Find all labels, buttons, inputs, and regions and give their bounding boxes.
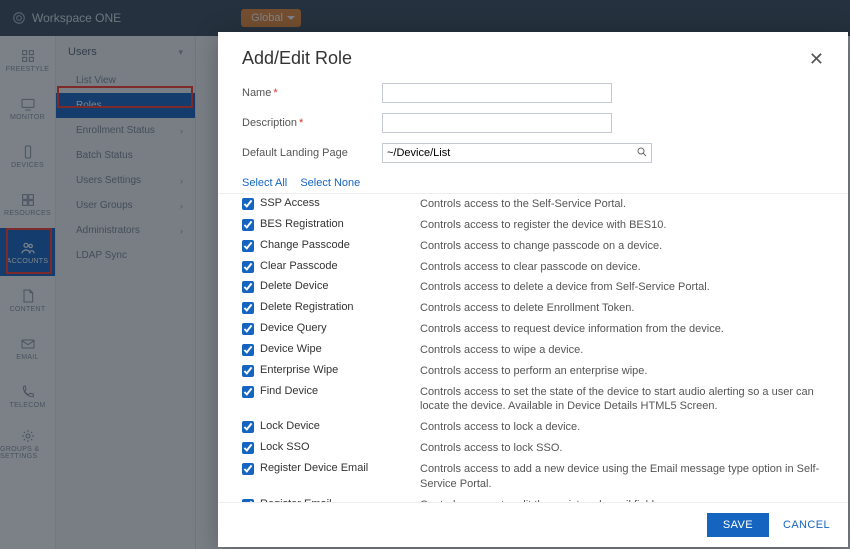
permission-name: Device Wipe	[260, 343, 420, 355]
select-none-link[interactable]: Select None	[300, 177, 360, 189]
permission-description: Controls access to delete Enrollment Tok…	[420, 301, 824, 316]
permission-description: Controls access to the Self-Service Port…	[420, 197, 824, 212]
permission-row: Delete RegistrationControls access to de…	[242, 298, 824, 319]
description-input[interactable]	[382, 113, 612, 133]
permission-checkbox[interactable]	[242, 365, 254, 377]
permission-description: Controls access to delete a device from …	[420, 280, 824, 295]
permission-name: Delete Device	[260, 280, 420, 292]
permission-row: Change PasscodeControls access to change…	[242, 236, 824, 257]
permission-row: Lock SSOControls access to lock SSO.	[242, 438, 824, 459]
permission-row: Clear PasscodeControls access to clear p…	[242, 257, 824, 278]
permission-row: Find DeviceControls access to set the st…	[242, 382, 824, 418]
cancel-button[interactable]: CANCEL	[783, 519, 830, 531]
permission-checkbox[interactable]	[242, 240, 254, 252]
permission-row: Device WipeControls access to wipe a dev…	[242, 340, 824, 361]
permission-name: Change Passcode	[260, 239, 420, 251]
permission-description: Controls access to clear passcode on dev…	[420, 260, 824, 275]
permission-checkbox[interactable]	[242, 261, 254, 273]
permission-description: Controls access to request device inform…	[420, 322, 824, 337]
add-edit-role-modal: Add/Edit Role ✕ Name* Description* Defau…	[218, 32, 848, 547]
permission-checkbox[interactable]	[242, 323, 254, 335]
permission-description: Controls access to register the device w…	[420, 218, 824, 233]
permission-name: Clear Passcode	[260, 260, 420, 272]
permission-name: SSP Access	[260, 197, 420, 209]
permission-description: Controls access to set the state of the …	[420, 385, 824, 415]
landing-page-label: Default Landing Page	[242, 147, 348, 159]
permission-description: Controls access to add a new device usin…	[420, 462, 824, 492]
permission-name: Find Device	[260, 385, 420, 397]
permission-name: BES Registration	[260, 218, 420, 230]
landing-page-input[interactable]	[382, 143, 652, 163]
name-label: Name	[242, 87, 271, 99]
permission-checkbox[interactable]	[242, 219, 254, 231]
description-label: Description	[242, 117, 297, 129]
save-button[interactable]: SAVE	[707, 513, 769, 537]
permission-checkbox[interactable]	[242, 421, 254, 433]
permission-name: Delete Registration	[260, 301, 420, 313]
permission-description: Controls access to lock SSO.	[420, 441, 824, 456]
permission-checkbox[interactable]	[242, 302, 254, 314]
close-icon[interactable]: ✕	[809, 50, 824, 68]
permission-description: Controls access to lock a device.	[420, 420, 824, 435]
permission-checkbox[interactable]	[242, 344, 254, 356]
permission-name: Enterprise Wipe	[260, 364, 420, 376]
permission-name: Device Query	[260, 322, 420, 334]
required-icon: *	[299, 117, 303, 129]
permission-row: Enterprise WipeControls access to perfor…	[242, 361, 824, 382]
permission-name: Lock SSO	[260, 441, 420, 453]
permission-row: Delete DeviceControls access to delete a…	[242, 277, 824, 298]
permission-row: Device QueryControls access to request d…	[242, 319, 824, 340]
permission-row: BES RegistrationControls access to regis…	[242, 215, 824, 236]
permission-checkbox[interactable]	[242, 463, 254, 475]
select-all-link[interactable]: Select All	[242, 177, 287, 189]
search-icon[interactable]	[636, 146, 648, 158]
permission-row: Register Device EmailControls access to …	[242, 459, 824, 495]
permission-checkbox[interactable]	[242, 386, 254, 398]
permission-checkbox[interactable]	[242, 442, 254, 454]
permission-checkbox[interactable]	[242, 198, 254, 210]
permission-checkbox[interactable]	[242, 281, 254, 293]
permission-description: Controls access to perform an enterprise…	[420, 364, 824, 379]
permissions-list: SSP AccessControls access to the Self-Se…	[218, 193, 848, 502]
permission-description: Controls access to change passcode on a …	[420, 239, 824, 254]
permission-row: SSP AccessControls access to the Self-Se…	[242, 194, 824, 215]
name-input[interactable]	[382, 83, 612, 103]
permission-name: Register Device Email	[260, 462, 420, 474]
permission-row: Register EmailControls access to edit th…	[242, 495, 824, 502]
permission-description: Controls access to wipe a device.	[420, 343, 824, 358]
permission-row: Lock DeviceControls access to lock a dev…	[242, 417, 824, 438]
required-icon: *	[273, 87, 277, 99]
permission-name: Lock Device	[260, 420, 420, 432]
modal-title: Add/Edit Role	[242, 48, 352, 69]
